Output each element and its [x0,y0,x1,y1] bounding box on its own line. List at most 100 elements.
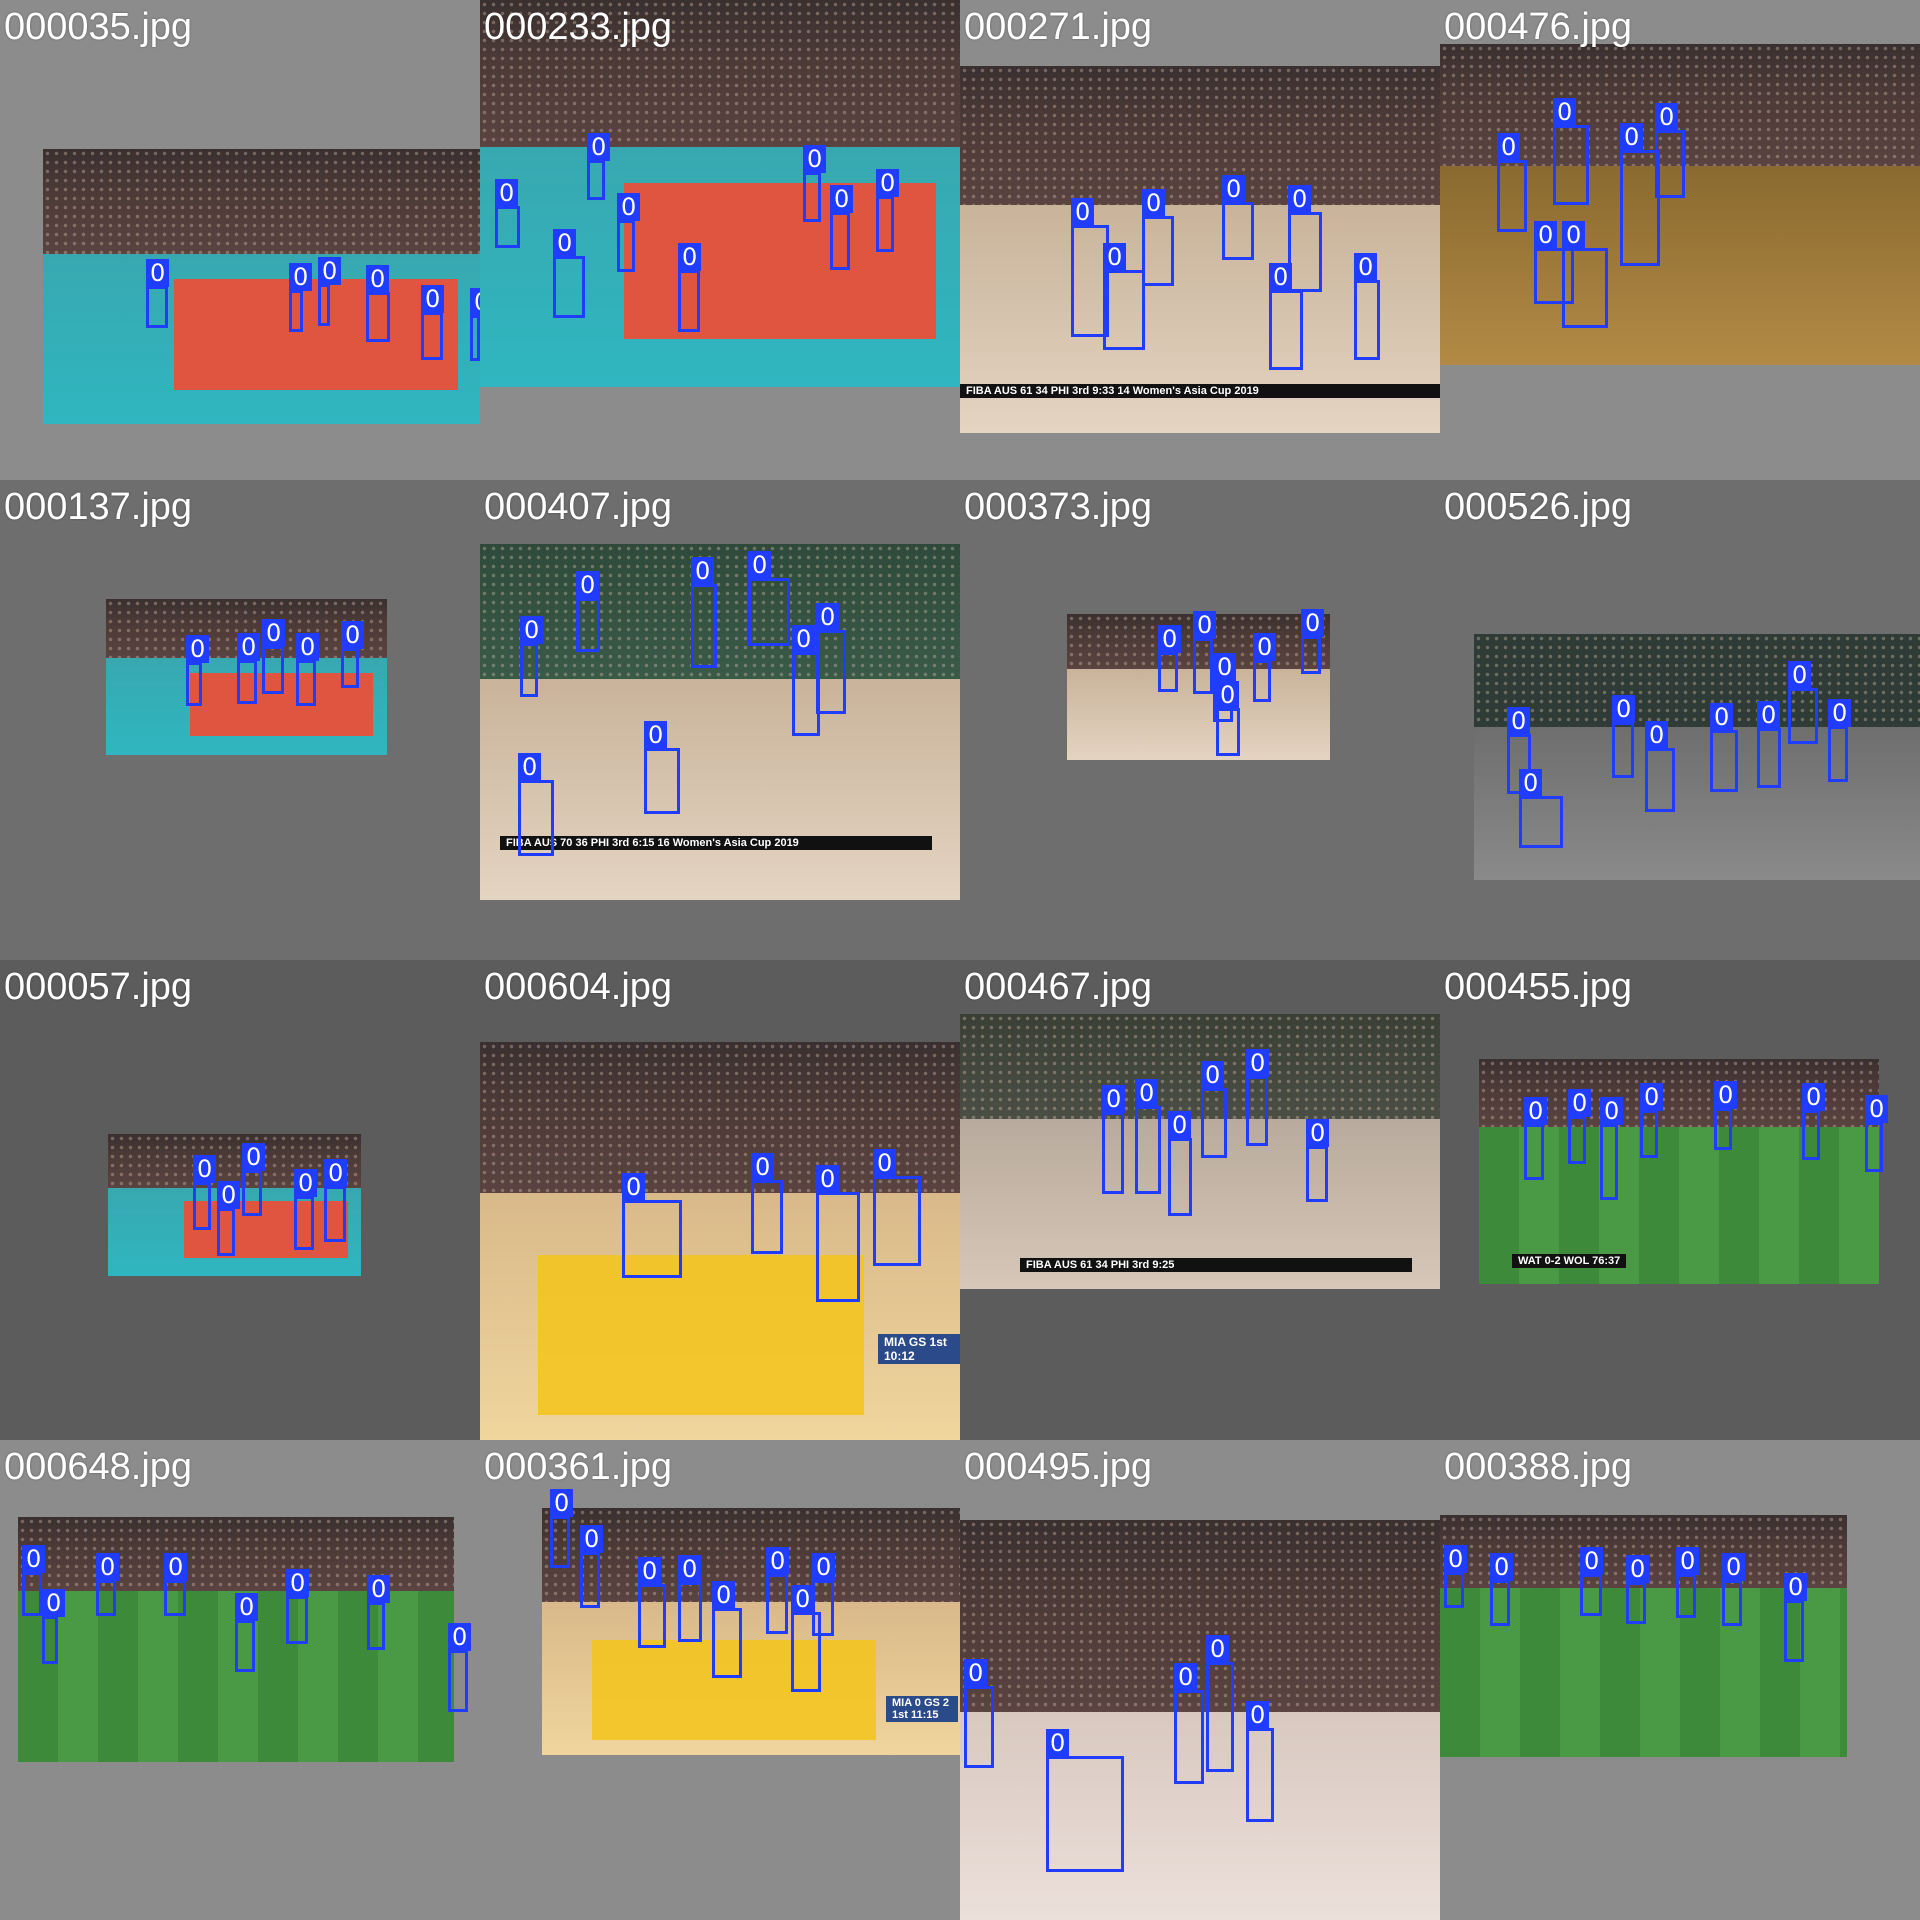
tile-filename: 000467.jpg [964,966,1153,1008]
tile-11[interactable]: 000467.jpg FIBA AUS 61 34 PHI 3rd 9:25 0… [960,960,1440,1440]
detection-box: 0 [1201,1061,1227,1158]
detection-box: 0 [186,635,210,706]
detection-box: 0 [580,1525,604,1608]
detection-box: 0 [553,229,585,318]
detection-box: 0 [1553,98,1589,205]
detection-box: 0 [1135,1079,1161,1194]
tile-5[interactable]: 000137.jpg 0 0 0 0 0 [0,480,480,960]
detection-box: 0 [1676,1547,1700,1618]
tile-16[interactable]: 000388.jpg 0 0 0 0 0 0 0 [1440,1440,1920,1920]
detection-box: 0 [1710,703,1738,792]
detection-box: 0 [587,133,611,200]
tile-12[interactable]: 000455.jpg WAT 0-2 WOL 76:37 0 0 0 0 0 0… [1440,960,1920,1440]
scoreboard: FIBA AUS 70 36 PHI 3rd 6:15 16 Women's A… [500,836,932,850]
scoreboard: MIA 0 GS 2 1st 11:15 [886,1696,958,1722]
detection-box: 0 [830,185,854,270]
detection-box: 0 [1193,611,1217,694]
detection-box: 0 [1757,701,1781,788]
detection-box: 0 [217,1181,241,1256]
detection-box: 0 [318,257,342,326]
detection-box: 0 [1714,1081,1738,1150]
tile-9[interactable]: 000057.jpg 0 0 0 0 0 [0,960,480,1440]
detection-box: 0 [1158,625,1182,692]
detection-box: 0 [448,1623,472,1712]
detection-box: 0 [622,1173,682,1278]
detection-box: 0 [341,621,365,688]
detection-box: 0 [816,1165,860,1302]
tile-10[interactable]: 000604.jpg MIA GS 1st 10:12 0 0 0 0 [480,960,960,1440]
detection-box: 0 [748,551,790,646]
scoreboard: WAT 0-2 WOL 76:37 [1512,1254,1627,1268]
tile-15[interactable]: 000495.jpg 0 0 0 0 0 [960,1440,1440,1920]
scoreboard: FIBA AUS 61 34 PHI 3rd 9:25 [1020,1258,1412,1272]
tile-1[interactable]: 000035.jpg 0 0 0 0 0 0 [0,0,480,480]
tile-3[interactable]: 000271.jpg FIBA AUS 61 34 PHI 3rd 9:33 1… [960,0,1440,480]
detection-box: 0 [1301,609,1325,674]
detection-box: 0 [1490,1553,1514,1626]
tile-filename: 000407.jpg [484,486,673,528]
detection-box: 0 [518,753,554,856]
detection-box: 0 [1142,189,1174,286]
detection-box: 0 [1246,1701,1274,1822]
detection-box: 0 [1788,661,1818,744]
tile-6[interactable]: 000407.jpg FIBA AUS 70 36 PHI 3rd 6:15 1… [480,480,960,960]
detection-box: 0 [1655,103,1685,198]
detection-box: 0 [1802,1083,1826,1160]
tile-image [960,66,1440,433]
tile-13[interactable]: 000648.jpg 0 0 0 0 0 0 0 0 [0,1440,480,1920]
detection-box: 0 [42,1589,66,1664]
scoreboard: MIA GS 1st 10:12 [878,1334,960,1364]
detection-box: 0 [146,259,170,328]
detection-box: 0 [1174,1663,1204,1784]
detection-box: 0 [296,633,320,706]
tile-filename: 000233.jpg [484,6,673,48]
detection-box: 0 [242,1143,266,1216]
tile-8[interactable]: 000526.jpg 0 0 0 0 0 0 0 0 [1440,480,1920,960]
detection-box: 0 [1519,769,1563,848]
tile-4[interactable]: 000476.jpg 0 0 0 0 0 0 [1440,0,1920,480]
detection-box: 0 [1102,1085,1126,1194]
detection-box: 0 [164,1553,188,1616]
detection-box: 0 [324,1159,348,1242]
detection-box: 0 [1640,1083,1664,1158]
detection-box: 0 [751,1153,783,1254]
detection-box: 0 [1580,1547,1604,1616]
detection-box: 0 [678,1555,702,1642]
detection-box: 0 [1206,1635,1234,1772]
detection-box: 0 [262,619,286,694]
detection-box: 0 [876,169,900,252]
detection-box: 0 [1828,699,1852,782]
detection-box: 0 [1600,1097,1624,1200]
tile-14[interactable]: 000361.jpg MIA 0 GS 2 1st 11:15 0 0 0 0 … [480,1440,960,1920]
detection-box: 0 [1626,1555,1650,1624]
tile-filename: 000057.jpg [4,966,193,1008]
detection-box: 0 [1216,681,1240,756]
detection-box: 0 [1354,253,1380,360]
detection-box: 0 [1497,133,1527,232]
detection-box: 0 [1784,1573,1808,1662]
tile-filename: 000388.jpg [1444,1446,1633,1488]
detection-box: 0 [520,616,544,697]
tile-filename: 000476.jpg [1444,6,1633,48]
tile-7[interactable]: 000373.jpg 0 0 0 0 0 0 [960,480,1440,960]
detection-box: 0 [1524,1097,1548,1180]
detection-box: 0 [638,1557,666,1648]
detection-box: 0 [576,571,600,652]
detection-box: 0 [367,1575,391,1650]
detection-box: 0 [235,1593,259,1672]
detection-box: 0 [550,1489,574,1568]
detection-box: 0 [1645,721,1675,812]
tile-2[interactable]: 000233.jpg 0 0 0 0 0 0 0 0 [480,0,960,480]
detection-box: 0 [1269,263,1303,370]
detection-box: 0 [644,721,680,814]
detection-box: 0 [791,1585,821,1692]
detection-box: 0 [766,1547,790,1634]
tile-filename: 000526.jpg [1444,486,1633,528]
detection-box: 0 [366,265,390,342]
tile-filename: 000361.jpg [484,1446,673,1488]
detection-box: 0 [712,1581,742,1678]
detection-box: 0 [691,557,717,668]
detection-box: 0 [1306,1119,1330,1202]
detection-box: 0 [289,263,313,332]
detection-box: 0 [193,1155,217,1230]
